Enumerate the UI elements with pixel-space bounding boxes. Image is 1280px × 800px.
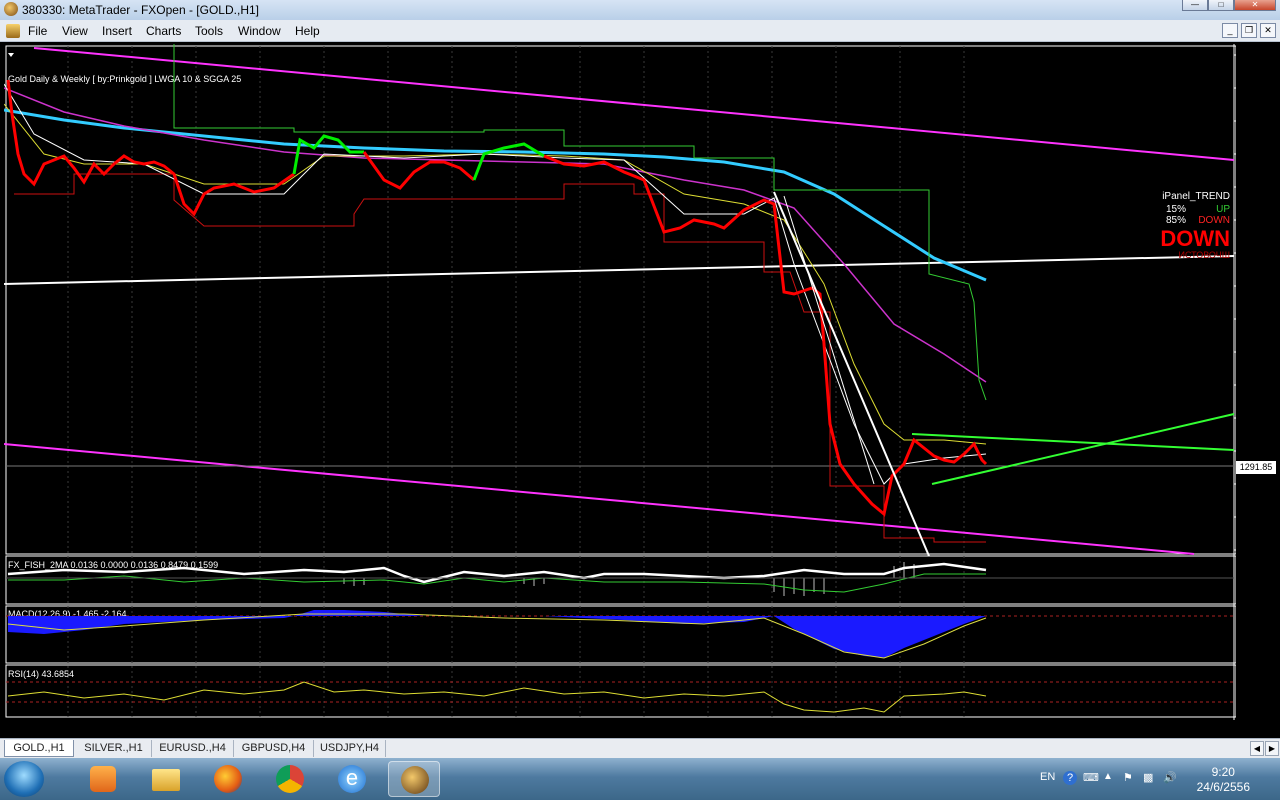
menu-window[interactable]: Window <box>238 24 281 38</box>
taskbar: e EN ? ⌨ ▲ ⚑ ▩ 🔊 9:20 24/6/2556 <box>0 758 1280 800</box>
app-icon[interactable] <box>4 2 18 16</box>
start-button[interactable] <box>4 761 44 797</box>
close-button[interactable]: ✕ <box>1234 0 1276 11</box>
trend-down-label: DOWN <box>1198 215 1230 226</box>
menu-file[interactable]: File <box>28 24 47 38</box>
chart-close-button[interactable]: ✕ <box>1260 23 1276 38</box>
internet-explorer-icon[interactable]: e <box>326 761 378 797</box>
tab-silver-h1[interactable]: SILVER.,H1 <box>76 740 152 757</box>
trend-panel: iPanel_TREND 15% UP 85% DOWN DOWN ИСТОВО… <box>1160 191 1230 260</box>
maximize-button[interactable]: □ <box>1208 0 1234 11</box>
clock-time: 9:20 <box>1211 765 1235 779</box>
rsi-label: RSI(14) 43.6854 <box>8 669 74 679</box>
menu-charts[interactable]: Charts <box>146 24 181 38</box>
menu-tools[interactable]: Tools <box>195 24 223 38</box>
tray-expand-icon[interactable]: ▲ <box>1103 771 1113 782</box>
language-indicator[interactable]: EN <box>1040 771 1055 783</box>
menu-help[interactable]: Help <box>295 24 320 38</box>
help-icon[interactable]: ? <box>1063 771 1077 785</box>
metatrader-taskbar-icon[interactable] <box>388 761 440 797</box>
window-title: 380330: MetaTrader - FXOpen - [GOLD.,H1] <box>22 3 259 17</box>
media-player-icon[interactable] <box>78 761 130 797</box>
title-bar: 380330: MetaTrader - FXOpen - [GOLD.,H1]… <box>0 0 1280 20</box>
keyboard-icon[interactable]: ⌨ <box>1083 771 1099 784</box>
trend-down-percent: 85% <box>1166 215 1186 226</box>
trend-signal: DOWN <box>1160 226 1230 251</box>
file-explorer-icon[interactable] <box>140 761 192 797</box>
firefox-icon[interactable] <box>202 761 254 797</box>
trend-up-label: UP <box>1216 204 1230 215</box>
menu-bar: File View Insert Charts Tools Window Hel… <box>0 20 1280 42</box>
chart-tabs: GOLD.,H1 SILVER.,H1 EURUSD.,H4 GBPUSD,H4… <box>0 738 1280 758</box>
chart-restore-button[interactable]: ❐ <box>1241 23 1257 38</box>
volume-icon[interactable]: 🔊 <box>1163 771 1177 784</box>
tab-eurusd-h4[interactable]: EURUSD.,H4 <box>152 740 234 757</box>
current-price-tag: 1291.85 <box>1236 461 1276 474</box>
trend-up-percent: 15% <box>1166 204 1186 215</box>
tab-gold-h1[interactable]: GOLD.,H1 <box>4 740 74 757</box>
chart-area[interactable]: 1417.701407.801397.601387.401377.201367.… <box>4 44 1236 720</box>
menu-insert[interactable]: Insert <box>102 24 132 38</box>
tab-scroll-left-icon[interactable]: ◀ <box>1250 741 1264 756</box>
minimize-button[interactable]: — <box>1182 0 1208 11</box>
indicator-label: Gold Daily & Weekly [ by:Prinkgold ] LWG… <box>8 74 241 84</box>
system-tray: EN ? ⌨ ▲ ⚑ ▩ 🔊 9:20 24/6/2556 <box>1030 758 1280 800</box>
network-icon[interactable]: ▩ <box>1143 771 1153 784</box>
chart-window-icon[interactable] <box>6 24 20 38</box>
clock[interactable]: 9:20 24/6/2556 <box>1197 765 1250 795</box>
tab-gbpusd-h4[interactable]: GBPUSD,H4 <box>234 740 314 757</box>
menu-view[interactable]: View <box>62 24 88 38</box>
chrome-icon[interactable] <box>264 761 316 797</box>
trend-panel-title: iPanel_TREND <box>1162 191 1230 202</box>
action-center-flag-icon[interactable]: ⚑ <box>1123 771 1133 784</box>
trend-sub: ИСТОВОЧШ <box>1178 250 1230 260</box>
chart-minimize-button[interactable]: _ <box>1222 23 1238 38</box>
tab-usdjpy-h4[interactable]: USDJPY,H4 <box>314 740 386 757</box>
tab-scroll-right-icon[interactable]: ▶ <box>1265 741 1279 756</box>
clock-date: 24/6/2556 <box>1196 780 1250 794</box>
